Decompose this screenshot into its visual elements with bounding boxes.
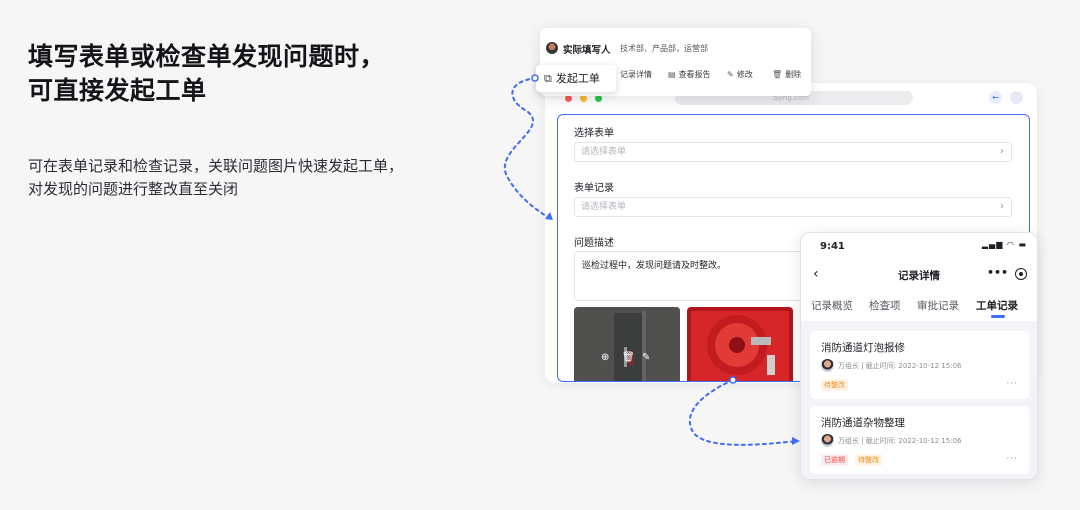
- arrow-head-icon: [545, 212, 553, 220]
- connector-form-to-phone: [688, 379, 798, 446]
- connector-start-dot: [531, 74, 539, 82]
- flow-connectors: [504, 74, 800, 446]
- connector-start-dot: [729, 376, 737, 384]
- arrow-head-icon: [792, 437, 800, 445]
- connector-button-to-form: [504, 77, 554, 221]
